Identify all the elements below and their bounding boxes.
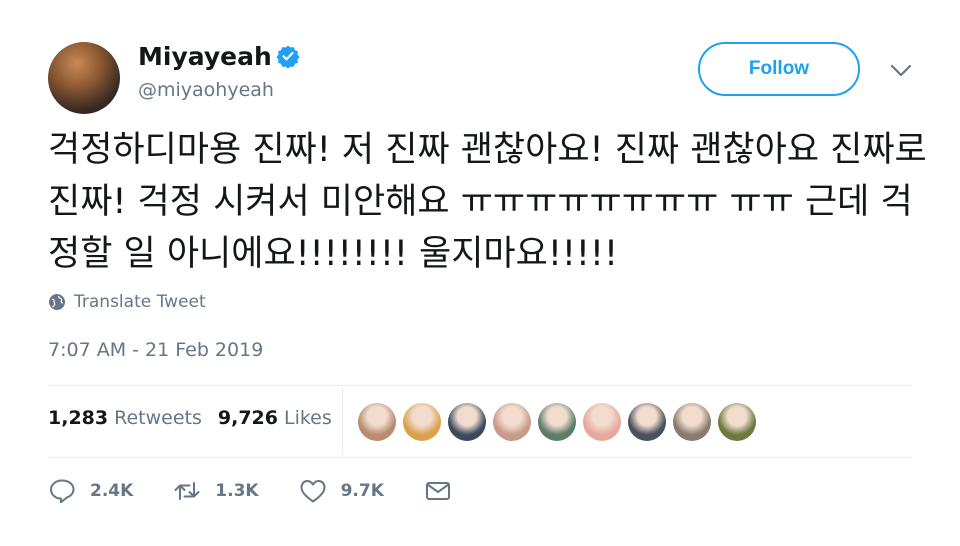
display-name[interactable]: Miyayeah bbox=[138, 42, 272, 71]
liker-avatar[interactable] bbox=[628, 403, 666, 441]
divider bbox=[48, 385, 912, 386]
tweet-timestamp[interactable]: 7:07 AM - 21 Feb 2019 bbox=[48, 339, 263, 361]
like-button[interactable]: 9.7K bbox=[299, 478, 384, 504]
liker-avatar[interactable] bbox=[448, 403, 486, 441]
divider bbox=[48, 457, 912, 458]
envelope-icon bbox=[425, 482, 450, 500]
stats-separator bbox=[342, 388, 343, 454]
liker-avatar[interactable] bbox=[583, 403, 621, 441]
liker-avatar[interactable] bbox=[538, 403, 576, 441]
liker-avatar[interactable] bbox=[358, 403, 396, 441]
liker-avatar[interactable] bbox=[403, 403, 441, 441]
retweets-count: 1,283 bbox=[48, 407, 109, 429]
chevron-down-icon[interactable] bbox=[890, 64, 912, 78]
tweet-stats: 1,283 Retweets 9,726 Likes bbox=[48, 407, 332, 429]
globe-icon bbox=[49, 294, 65, 310]
liker-avatar[interactable] bbox=[673, 403, 711, 441]
translate-label: Translate Tweet bbox=[74, 292, 206, 312]
liker-avatar[interactable] bbox=[718, 403, 756, 441]
direct-message-button[interactable] bbox=[424, 478, 452, 504]
likes-label: Likes bbox=[283, 407, 332, 429]
avatar[interactable] bbox=[48, 42, 120, 114]
retweets-stat[interactable]: 1,283 Retweets bbox=[48, 407, 202, 429]
retweet-icon bbox=[174, 482, 200, 500]
follow-button[interactable]: Follow bbox=[698, 42, 860, 96]
heart-icon bbox=[300, 480, 326, 503]
translate-tweet-link[interactable]: Translate Tweet bbox=[48, 292, 206, 312]
tweet-text: 걱정하디마용 진짜! 저 진짜 괜찮아요! 진짜 괜찮아요 진짜로 진짜! 걱정… bbox=[48, 130, 927, 274]
verified-badge-icon bbox=[276, 45, 300, 68]
retweets-label: Retweets bbox=[114, 407, 202, 429]
tweet-actions: 2.4K 1.3K 9.7K bbox=[48, 478, 452, 504]
liker-avatars bbox=[358, 403, 763, 441]
retweet-button[interactable]: 1.3K bbox=[173, 478, 259, 504]
likes-count: 9,726 bbox=[217, 407, 278, 429]
reply-icon bbox=[50, 479, 75, 504]
user-handle[interactable]: @miyaohyeah bbox=[138, 79, 274, 101]
like-count: 9.7K bbox=[340, 481, 384, 501]
retweet-count: 1.3K bbox=[215, 481, 259, 501]
reply-button[interactable]: 2.4K bbox=[48, 478, 133, 504]
reply-count: 2.4K bbox=[90, 481, 134, 501]
liker-avatar[interactable] bbox=[493, 403, 531, 441]
likes-stat[interactable]: 9,726 Likes bbox=[218, 407, 332, 429]
